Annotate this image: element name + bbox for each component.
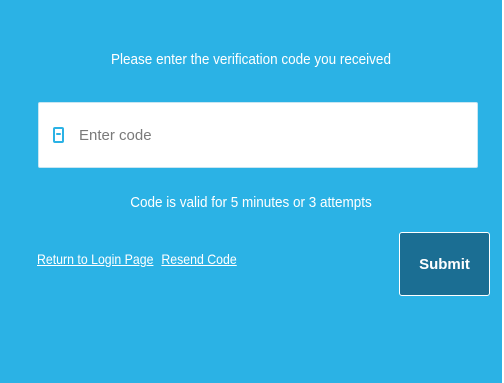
code-input[interactable] — [79, 121, 459, 149]
validity-note: Code is valid for 5 minutes or 3 attempt… — [130, 194, 372, 211]
resend-code-link[interactable]: Resend Code — [161, 251, 236, 267]
code-field[interactable] — [38, 102, 478, 168]
instruction-text: Please enter the verification code you r… — [111, 51, 391, 68]
form-links: Return to Login Page Resend Code — [37, 250, 237, 268]
return-to-login-link[interactable]: Return to Login Page — [37, 251, 153, 267]
mobile-phone-icon — [53, 127, 64, 143]
verification-panel: Please enter the verification code you r… — [0, 0, 502, 383]
submit-button[interactable]: Submit — [399, 232, 490, 296]
